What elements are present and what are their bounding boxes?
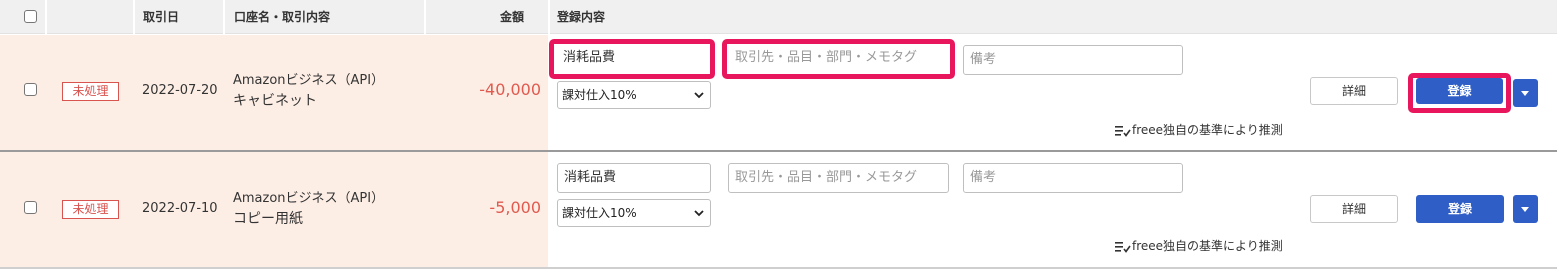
header-divider: [133, 0, 135, 34]
register-button[interactable]: 登録: [1416, 78, 1503, 104]
header-divider: [45, 0, 47, 34]
chevron-down-icon: [694, 210, 704, 217]
register-button[interactable]: 登録: [1416, 195, 1504, 223]
header-divider: [424, 0, 426, 34]
account-name: Amazonビジネス（API）: [233, 73, 385, 88]
row-checkbox[interactable]: [24, 201, 37, 214]
caret-down-icon: [1521, 207, 1529, 212]
guess-text: freee独自の基準により推測: [1132, 239, 1283, 253]
detail-button[interactable]: 詳細: [1310, 195, 1398, 223]
guess-list-icon: [1115, 125, 1131, 137]
tax-select[interactable]: 課対仕入10%: [557, 199, 711, 227]
tax-select-value: 課対仕入10%: [562, 88, 637, 102]
caret-down-icon: [1521, 91, 1529, 96]
transaction-description: コピー用紙: [233, 211, 303, 227]
register-dropdown-button[interactable]: [1513, 79, 1538, 107]
header-date[interactable]: 取引日: [143, 0, 179, 34]
header-register: 登録内容: [557, 10, 606, 24]
status-badge: 未処理: [62, 200, 119, 219]
register-dropdown-button[interactable]: [1513, 195, 1538, 223]
table-row: 未処理 2022-07-10 Amazonビジネス（API） コピー用紙 -5,…: [0, 152, 1557, 268]
select-all-checkbox[interactable]: [24, 10, 37, 23]
guess-text: freee独自の基準により推測: [1132, 123, 1283, 137]
header-divider: [548, 0, 550, 34]
header-divider: [223, 0, 225, 34]
note-input[interactable]: 備考: [963, 45, 1183, 75]
transaction-date: 2022-07-10: [142, 201, 218, 216]
guess-list-icon: [1115, 241, 1131, 253]
detail-button[interactable]: 詳細: [1310, 77, 1398, 105]
table-row: 未処理 2022-07-20 Amazonビジネス（API） キャビネット -4…: [0, 35, 1557, 151]
amount: -40,000: [479, 80, 541, 99]
header-amount[interactable]: 金額: [500, 0, 524, 34]
guess-note: freee独自の基準により推測: [1115, 237, 1283, 254]
chevron-down-icon: [694, 92, 704, 99]
tax-select[interactable]: 課対仕入10%: [557, 81, 711, 109]
transaction-description: キャビネット: [233, 93, 317, 109]
tax-select-value: 課対仕入10%: [562, 206, 637, 220]
partner-tag-input[interactable]: 取引先・品目・部門・メモタグ: [729, 46, 948, 72]
account-name: Amazonビジネス（API）: [233, 191, 385, 206]
status-badge: 未処理: [62, 82, 119, 101]
transaction-date: 2022-07-20: [142, 83, 218, 98]
partner-tag-input[interactable]: 取引先・品目・部門・メモタグ: [728, 163, 949, 193]
row-checkbox[interactable]: [24, 83, 37, 96]
category-input[interactable]: 消耗品費: [557, 46, 707, 72]
category-input[interactable]: 消耗品費: [557, 163, 711, 193]
table-header: 取引日 口座名・取引内容 金額 登録内容: [0, 0, 1557, 34]
note-input[interactable]: 備考: [963, 163, 1183, 193]
guess-note: freee独自の基準により推測: [1115, 121, 1283, 138]
amount: -5,000: [489, 198, 541, 217]
header-account[interactable]: 口座名・取引内容: [234, 0, 330, 34]
